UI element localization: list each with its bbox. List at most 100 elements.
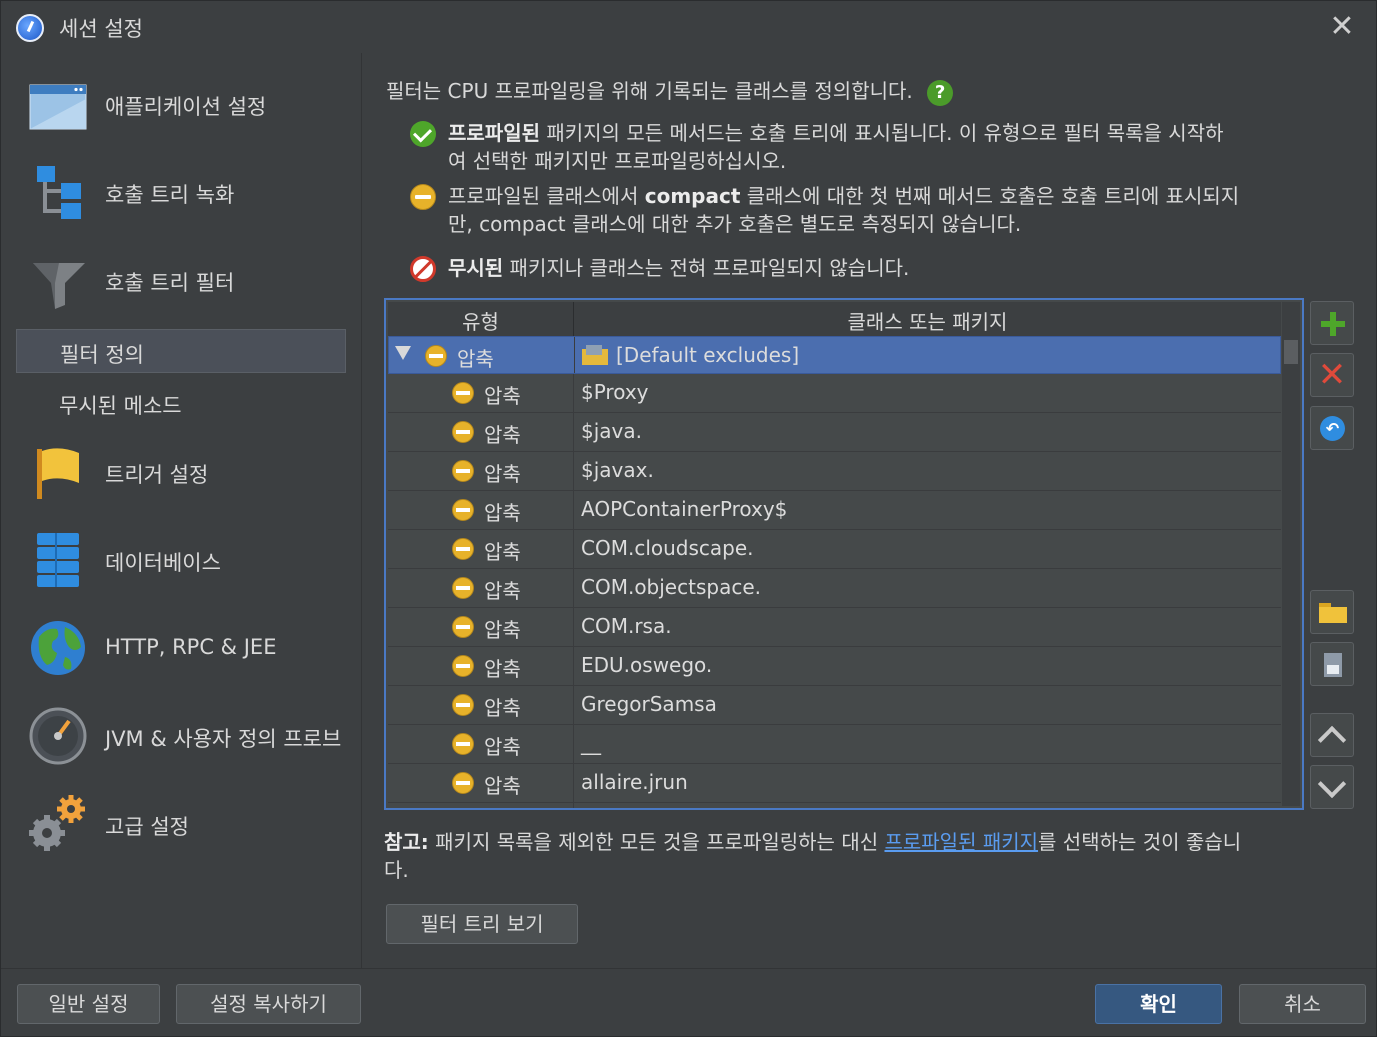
compact-icon xyxy=(452,421,474,443)
intro-text: 필터는 CPU 프로파일링을 위해 기록되는 클래스를 정의합니다. ? xyxy=(386,75,954,106)
add-filter-button[interactable] xyxy=(1310,301,1354,345)
globe-icon xyxy=(31,621,85,675)
compact-icon xyxy=(452,577,474,599)
table-row[interactable]: 압축 __ xyxy=(388,725,1281,764)
compact-icon xyxy=(452,499,474,521)
sidebar-item-call-tree-recording[interactable]: 호출 트리 녹화 xyxy=(1,153,361,233)
cancel-button[interactable]: 취소 xyxy=(1239,984,1366,1024)
column-header-type[interactable]: 유형 xyxy=(388,306,573,335)
filter-table[interactable]: 유형 클래스 또는 패키지 압축 [Default excludes] 압축 $… xyxy=(384,298,1304,810)
export-filters-button[interactable] xyxy=(1310,642,1354,686)
expand-arrow-icon[interactable] xyxy=(395,346,411,360)
revert-icon: ↶ xyxy=(1320,416,1345,441)
class-cell: allaire.jrun xyxy=(581,770,688,794)
table-row[interactable]: 압축 allaire.jrun xyxy=(388,764,1281,803)
save-icon xyxy=(1324,653,1342,677)
class-cell: GregorSamsa xyxy=(581,692,717,716)
bullet-bold: compact xyxy=(644,184,741,208)
sidebar-item-call-tree-filter[interactable]: 호출 트리 필터 xyxy=(1,241,361,321)
class-cell: [Default excludes] xyxy=(582,343,799,367)
type-label: 압축 xyxy=(484,384,521,408)
move-up-button[interactable] xyxy=(1310,713,1354,757)
folder-icon xyxy=(1319,603,1347,623)
table-row[interactable]: 압축 COM.rsa. xyxy=(388,608,1281,647)
table-row[interactable]: 압축 AOPContainerProxy$ xyxy=(388,491,1281,530)
table-row[interactable]: 압축 [Default excludes] xyxy=(388,336,1281,374)
compact-icon xyxy=(452,382,474,404)
remove-filter-button[interactable]: ✕ xyxy=(1310,353,1354,397)
class-cell: AOPContainerProxy$ xyxy=(581,497,788,521)
type-cell: 압축 xyxy=(388,569,574,607)
sidebar-item-database[interactable]: 데이터베이스 xyxy=(1,521,361,601)
type-cell: 압축 xyxy=(388,686,574,724)
subitem-label: 필터 정의 xyxy=(60,343,144,367)
type-label: 압축 xyxy=(484,696,521,720)
type-cell: 압축 xyxy=(388,413,574,451)
sidebar-item-jvm-probes[interactable]: JVM & 사용자 정의 프로브 xyxy=(1,697,361,777)
subitem-ignored-methods[interactable]: 무시된 메소드 xyxy=(16,381,346,425)
database-icon xyxy=(37,533,79,587)
type-cell: 압축 xyxy=(388,647,574,685)
type-label: 압축 xyxy=(484,774,521,798)
chevron-up-icon xyxy=(1317,725,1347,755)
sidebar-item-label: 고급 설정 xyxy=(105,815,189,839)
scrollbar-thumb[interactable] xyxy=(1284,340,1298,364)
intro-label: 필터는 CPU 프로파일링을 위해 기록되는 클래스를 정의합니다. xyxy=(386,79,913,103)
bullet-text: 프로파일된 패키지의 모든 메서드는 호출 트리에 표시됩니다. 이 유형으로 … xyxy=(448,119,1328,175)
footer-divider xyxy=(1,968,1376,969)
table-row[interactable]: 압축 GregorSamsa xyxy=(388,686,1281,725)
filter-definition-panel: 필터는 CPU 프로파일링을 위해 기록되는 클래스를 정의합니다. ? 프로파… xyxy=(362,53,1376,968)
class-cell: $Proxy xyxy=(581,380,649,404)
subitem-label: 무시된 메소드 xyxy=(59,394,182,418)
note-bold: 참고: xyxy=(384,830,429,854)
compact-icon xyxy=(452,616,474,638)
table-row[interactable]: 압축 $java. xyxy=(388,413,1281,452)
subitem-filter-definition[interactable]: 필터 정의 xyxy=(16,329,346,373)
type-cell: 압축 xyxy=(388,608,574,646)
general-settings-button[interactable]: 일반 설정 xyxy=(17,984,160,1024)
type-label: 압축 xyxy=(484,618,521,642)
class-cell: EDU.oswego. xyxy=(581,653,713,677)
table-row[interactable]: 압축 $javax. xyxy=(388,452,1281,491)
sidebar-item-label: HTTP, RPC & JEE xyxy=(105,635,277,659)
chevron-down-icon xyxy=(1317,769,1347,799)
bullet-compact: 프로파일된 클래스에서 compact 클래스에 대한 첫 번째 메서드 호출은… xyxy=(410,182,1330,238)
table-scrollbar[interactable] xyxy=(1282,302,1300,806)
compact-icon xyxy=(452,733,474,755)
compact-icon xyxy=(452,772,474,794)
note-text: 참고: 패키지 목록을 제외한 모든 것을 프로파일링하는 대신 프로파일된 패… xyxy=(384,828,1364,884)
bullet-line2: 여 선택한 패키지만 프로파일링하십시오. xyxy=(448,149,787,173)
table-row[interactable]: 압축 COM.cloudscape. xyxy=(388,530,1281,569)
table-row[interactable]: 압축 xyxy=(388,803,1281,808)
sidebar-item-label: 데이터베이스 xyxy=(105,551,221,575)
help-icon[interactable]: ? xyxy=(927,79,954,106)
sidebar-item-trigger-settings[interactable]: 트리거 설정 xyxy=(1,433,361,513)
close-button[interactable]: ✕ xyxy=(1327,12,1357,43)
profiled-packages-link[interactable]: 프로파일된 패키지 xyxy=(884,830,1038,854)
import-filters-button[interactable] xyxy=(1310,590,1354,634)
note-text-b: 를 선택하는 것이 좋습니 xyxy=(1038,830,1242,854)
sidebar-item-label: 애플리케이션 설정 xyxy=(105,95,267,119)
gears-icon xyxy=(29,795,85,851)
show-filter-tree-button[interactable]: 필터 트리 보기 xyxy=(386,904,578,944)
sidebar-item-advanced-settings[interactable]: 고급 설정 xyxy=(1,785,361,865)
table-row[interactable]: 압축 EDU.oswego. xyxy=(388,647,1281,686)
move-down-button[interactable] xyxy=(1310,765,1354,809)
bullet-text: 패키지나 클래스는 전혀 프로파일되지 않습니다. xyxy=(503,256,910,280)
column-header-class[interactable]: 클래스 또는 패키지 xyxy=(574,306,1281,335)
compact-icon xyxy=(452,694,474,716)
revert-filters-button[interactable]: ↶ xyxy=(1310,406,1354,450)
compact-icon xyxy=(452,655,474,677)
plus-icon xyxy=(1321,312,1345,336)
copy-settings-button[interactable]: 설정 복사하기 xyxy=(176,984,361,1024)
sidebar-item-application-settings[interactable]: 애플리케이션 설정 xyxy=(1,65,361,145)
type-label: 압축 xyxy=(484,657,521,681)
table-row[interactable]: 압축 $Proxy xyxy=(388,374,1281,413)
bullet-line2: 만, compact 클래스에 대한 추가 호출은 별도로 측정되지 않습니다. xyxy=(448,212,1022,236)
table-row[interactable]: 압축 COM.objectspace. xyxy=(388,569,1281,608)
type-cell: 압축 xyxy=(388,452,574,490)
gauge-icon xyxy=(29,707,87,765)
sidebar-item-http-rpc-jee[interactable]: HTTP, RPC & JEE xyxy=(1,609,361,689)
ok-button[interactable]: 확인 xyxy=(1095,984,1222,1024)
ignored-icon xyxy=(410,256,436,282)
